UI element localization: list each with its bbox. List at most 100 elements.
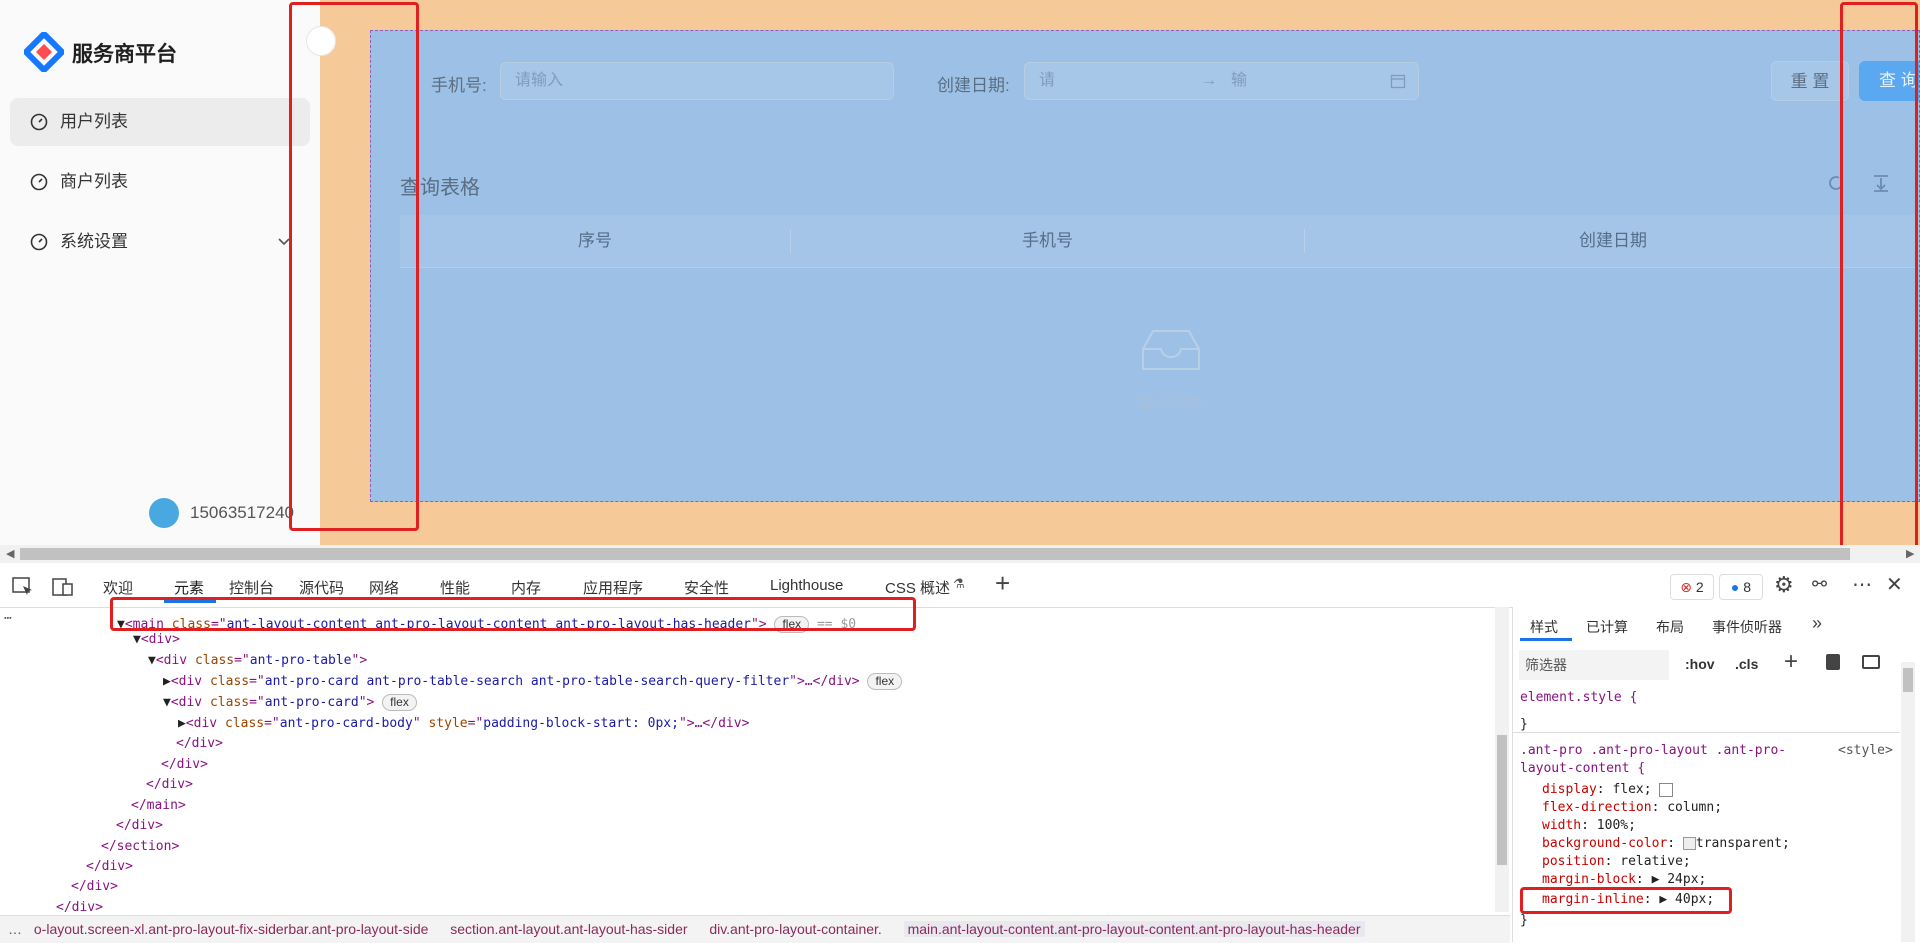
close-icon[interactable]: ✕ [1886, 572, 1903, 597]
toggle-sidebar-icon[interactable] [1862, 655, 1880, 669]
customize-icon[interactable]: ⚯ [1812, 574, 1827, 595]
rule-source-link[interactable]: <style> [1838, 742, 1893, 760]
user-name: 15063517240 [190, 503, 295, 522]
css-declaration-width[interactable]: width: 100%; [1542, 817, 1636, 835]
annotation-box-main-node [110, 597, 916, 631]
styles-scrollbar[interactable] [1901, 662, 1915, 942]
css-declaration-flex-direction[interactable]: flex-direction: column; [1542, 799, 1722, 817]
annotation-box-left-margin [289, 2, 419, 531]
dashboard-icon [30, 113, 48, 131]
sidebar-item-merchant-list[interactable]: 商户列表 [10, 158, 310, 206]
dom-node-pro-card[interactable]: ▼<div class="ant-pro-card"> flex [163, 693, 417, 713]
dom-close-div: </div> [116, 818, 163, 833]
breadcrumb-item-selected[interactable]: main.ant-layout-content.ant-pro-layout-c… [903, 921, 1365, 937]
element-style-selector: element.style { [1520, 690, 1638, 705]
dashboard-icon [30, 233, 48, 251]
scrollbar-thumb[interactable] [1497, 735, 1507, 865]
device-toolbar-icon[interactable] [52, 577, 74, 597]
dom-close-div: </div> [71, 879, 118, 894]
app-title: 服务商平台 [72, 43, 177, 66]
sidebar-item-label: 商户列表 [60, 172, 128, 191]
table-header: 序号 手机号 创建日期 [400, 215, 1919, 268]
rule-selector: .ant-pro .ant-pro-layout .ant-pro- [1520, 743, 1787, 758]
breadcrumb-overflow-icon[interactable]: … [0, 921, 30, 937]
dom-node-div[interactable]: ▼<div> [133, 630, 180, 650]
tab-styles[interactable]: 样式 [1530, 617, 1558, 637]
tab-layout[interactable]: 布局 [1656, 617, 1684, 637]
dom-close-div: </div> [161, 757, 208, 772]
dashboard-icon [30, 173, 48, 191]
color-swatch[interactable] [1682, 837, 1696, 850]
column-header-index[interactable]: 序号 [400, 215, 790, 267]
more-tabs-icon[interactable]: » [1812, 613, 1822, 634]
tab-welcome[interactable]: 欢迎 [103, 577, 133, 598]
dom-node-pro-table[interactable]: ▼<div class="ant-pro-table"> [148, 651, 367, 671]
more-options-icon[interactable]: ⋯ [1852, 572, 1873, 597]
tab-elements[interactable]: 元素 [174, 577, 204, 598]
breadcrumb-item[interactable]: div.ant-pro-layout-container. [709, 921, 882, 937]
tab-application[interactable]: 应用程序 [583, 577, 643, 598]
css-declaration-background-color[interactable]: background-color: transparent; [1542, 835, 1790, 853]
dom-close-div: </div> [176, 736, 223, 751]
scrollbar-thumb[interactable] [1903, 668, 1913, 692]
tab-performance[interactable]: 性能 [440, 577, 470, 598]
scrollbar-thumb[interactable] [20, 548, 1850, 560]
rule-divider [1512, 732, 1900, 733]
tab-memory[interactable]: 内存 [511, 577, 541, 598]
tab-network[interactable]: 网络 [369, 577, 399, 598]
styles-filter-input[interactable]: 筛选器 [1519, 650, 1669, 680]
tab-lighthouse[interactable]: Lighthouse [770, 577, 843, 594]
tab-computed[interactable]: 已计算 [1586, 617, 1628, 637]
hover-state-toggle[interactable]: :hov [1685, 656, 1715, 672]
date-range-picker[interactable]: 请 → 输 [1024, 62, 1419, 100]
tab-security[interactable]: 安全性 [684, 577, 729, 598]
tab-event-listeners[interactable]: 事件侦听器 [1712, 617, 1782, 637]
avatar[interactable] [149, 498, 179, 528]
dom-close-main: </main> [131, 798, 186, 813]
breadcrumb-item[interactable]: section.ant-layout.ant-layout-has-sider [450, 921, 687, 937]
phone-label: 手机号: [431, 76, 487, 95]
sidebar-item-label: 用户列表 [60, 112, 128, 131]
tab-console[interactable]: 控制台 [229, 577, 274, 598]
breadcrumb-item[interactable]: o-layout.screen-xl.ant-pro-layout-fix-si… [34, 921, 429, 937]
tab-sources[interactable]: 源代码 [299, 577, 344, 598]
new-rule-icon[interactable]: + [1784, 648, 1798, 676]
add-tab-icon[interactable]: + [995, 570, 1010, 596]
dom-node-card-body[interactable]: ▶<div class="ant-pro-card-body" style="p… [178, 714, 749, 734]
annotation-box-right-margin [1840, 2, 1918, 557]
active-tab-indicator [1520, 638, 1572, 641]
class-toggle[interactable]: .cls [1735, 656, 1758, 672]
settings-gear-icon[interactable]: ⚙ [1774, 572, 1794, 598]
inspect-element-icon[interactable] [12, 577, 34, 597]
calendar-icon [1390, 74, 1406, 89]
color-format-icon[interactable] [1826, 654, 1840, 670]
css-declaration-position[interactable]: position: relative; [1542, 853, 1691, 871]
dom-tree-panel: ⋯ ▼<main class="ant-layout-content ant-p… [0, 607, 1500, 915]
column-header-created-date[interactable]: 创建日期 [1305, 215, 1919, 267]
css-declaration-display[interactable]: display: flex; [1542, 781, 1674, 799]
flexbox-editor-icon[interactable] [1659, 782, 1674, 797]
content-highlight-overlay: 手机号: 请输入 创建日期: 请 → 输 重 置 查 询 查询表格 序号 手机号… [370, 30, 1920, 502]
flask-icon: ⚗ [953, 576, 965, 591]
message-count-badge[interactable]: ● 8 [1719, 574, 1763, 600]
tab-css-overview[interactable]: CSS 概述 [885, 577, 950, 598]
sidebar-item-label: 系统设置 [60, 232, 128, 251]
empty-inbox-icon [1142, 330, 1200, 370]
sidebar-item-user-list[interactable]: 用户列表 [10, 98, 310, 146]
dom-node-search-card[interactable]: ▶<div class="ant-pro-card ant-pro-table-… [163, 672, 903, 692]
reset-button[interactable]: 重 置 [1771, 61, 1849, 101]
error-count-badge[interactable]: ⊗ 2 [1670, 574, 1714, 600]
rule-close-brace: } [1520, 913, 1528, 928]
scroll-left-arrow-icon[interactable]: ◀ [6, 547, 14, 560]
rule-selector: layout-content { [1520, 761, 1646, 776]
column-header-phone[interactable]: 手机号 [791, 215, 1304, 267]
dom-close-div: </div> [86, 859, 133, 874]
dom-close-section: </section> [101, 839, 180, 854]
annotation-box-margin-inline [1520, 887, 1732, 914]
scroll-right-arrow-icon[interactable]: ▶ [1906, 547, 1914, 560]
dom-close-div: </div> [146, 777, 193, 792]
phone-input[interactable]: 请输入 [500, 62, 894, 100]
sidebar-item-system-settings[interactable]: 系统设置 [10, 218, 310, 266]
element-breadcrumb: … o-layout.screen-xl.ant-pro-layout-fix-… [0, 915, 1510, 943]
logo-icon [24, 32, 64, 72]
